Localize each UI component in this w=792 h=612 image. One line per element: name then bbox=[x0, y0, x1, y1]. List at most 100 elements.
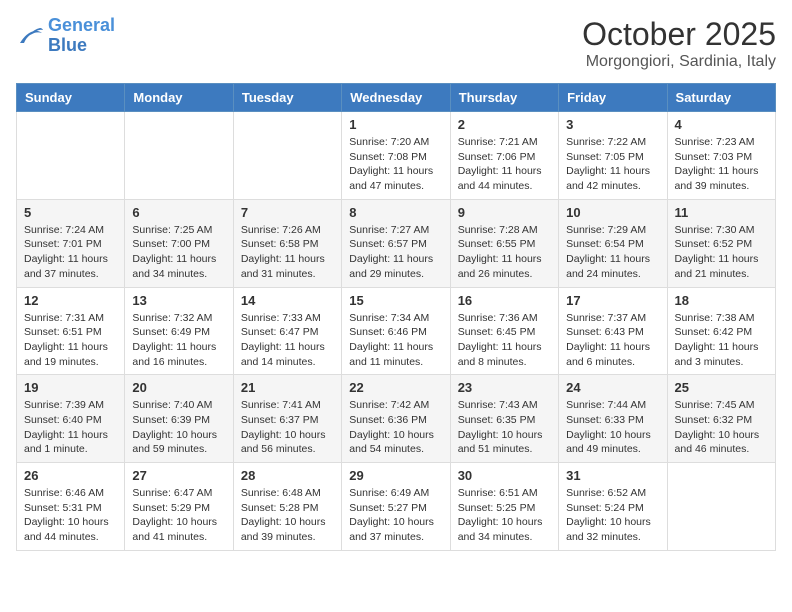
day-info: Sunrise: 7:22 AM Sunset: 7:05 PM Dayligh… bbox=[566, 135, 659, 194]
day-info: Sunrise: 6:46 AM Sunset: 5:31 PM Dayligh… bbox=[24, 486, 117, 545]
day-number: 18 bbox=[675, 293, 768, 308]
day-number: 24 bbox=[566, 380, 659, 395]
day-number: 26 bbox=[24, 468, 117, 483]
calendar-day-cell: 2 Sunrise: 7:21 AM Sunset: 7:06 PM Daylig… bbox=[450, 112, 558, 200]
calendar-day-cell: 28 Sunrise: 6:48 AM Sunset: 5:28 PM Dayli… bbox=[233, 463, 341, 551]
day-number: 30 bbox=[458, 468, 551, 483]
day-number: 13 bbox=[132, 293, 225, 308]
day-number: 23 bbox=[458, 380, 551, 395]
day-number: 27 bbox=[132, 468, 225, 483]
calendar-week-row: 1 Sunrise: 7:20 AM Sunset: 7:08 PM Daylig… bbox=[17, 112, 776, 200]
title-block: October 2025 Morgongiori, Sardinia, Ital… bbox=[582, 16, 776, 71]
calendar-week-row: 5 Sunrise: 7:24 AM Sunset: 7:01 PM Daylig… bbox=[17, 199, 776, 287]
day-number: 31 bbox=[566, 468, 659, 483]
day-info: Sunrise: 7:21 AM Sunset: 7:06 PM Dayligh… bbox=[458, 135, 551, 194]
logo-icon bbox=[16, 25, 44, 47]
day-number: 9 bbox=[458, 205, 551, 220]
calendar-day-cell: 30 Sunrise: 6:51 AM Sunset: 5:25 PM Dayli… bbox=[450, 463, 558, 551]
calendar-day-cell: 10 Sunrise: 7:29 AM Sunset: 6:54 PM Dayli… bbox=[559, 199, 667, 287]
day-info: Sunrise: 6:48 AM Sunset: 5:28 PM Dayligh… bbox=[241, 486, 334, 545]
day-number: 4 bbox=[675, 117, 768, 132]
day-info: Sunrise: 6:52 AM Sunset: 5:24 PM Dayligh… bbox=[566, 486, 659, 545]
calendar-day-cell: 22Sunrise: 7:42 AM Sunset: 6:36 PM Dayli… bbox=[342, 375, 450, 463]
logo: General Blue bbox=[16, 16, 115, 56]
day-info: Sunrise: 7:24 AM Sunset: 7:01 PM Dayligh… bbox=[24, 223, 117, 282]
calendar-day-cell: 23 Sunrise: 7:43 AM Sunset: 6:35 PM Dayli… bbox=[450, 375, 558, 463]
day-info: Sunrise: 7:27 AM Sunset: 6:57 PM Dayligh… bbox=[349, 223, 442, 282]
calendar-day-cell bbox=[125, 112, 233, 200]
day-number: 17 bbox=[566, 293, 659, 308]
day-number: 10 bbox=[566, 205, 659, 220]
day-info: Sunrise: 7:33 AM Sunset: 6:47 PM Dayligh… bbox=[241, 311, 334, 370]
day-number: 16 bbox=[458, 293, 551, 308]
calendar-day-cell: 12 Sunrise: 7:31 AM Sunset: 6:51 PM Dayli… bbox=[17, 287, 125, 375]
month-title: October 2025 bbox=[582, 16, 776, 53]
calendar-day-cell: 25 Sunrise: 7:45 AM Sunset: 6:32 PM Dayli… bbox=[667, 375, 775, 463]
day-info: Sunrise: 7:30 AM Sunset: 6:52 PM Dayligh… bbox=[675, 223, 768, 282]
day-info: Sunrise: 7:38 AM Sunset: 6:42 PM Dayligh… bbox=[675, 311, 768, 370]
day-number: 25 bbox=[675, 380, 768, 395]
calendar-day-cell: 1 Sunrise: 7:20 AM Sunset: 7:08 PM Daylig… bbox=[342, 112, 450, 200]
day-info: Sunrise: 7:20 AM Sunset: 7:08 PM Dayligh… bbox=[349, 135, 442, 194]
calendar-day-cell: 27 Sunrise: 6:47 AM Sunset: 5:29 PM Dayli… bbox=[125, 463, 233, 551]
calendar-day-cell bbox=[233, 112, 341, 200]
calendar-day-cell: 15 Sunrise: 7:34 AM Sunset: 6:46 PM Dayli… bbox=[342, 287, 450, 375]
day-number: 15 bbox=[349, 293, 442, 308]
calendar-day-header: Tuesday bbox=[233, 84, 341, 112]
calendar-day-cell: 20 Sunrise: 7:40 AM Sunset: 6:39 PM Dayli… bbox=[125, 375, 233, 463]
day-info: Sunrise: 7:32 AM Sunset: 6:49 PM Dayligh… bbox=[132, 311, 225, 370]
day-info: Sunrise: 7:45 AM Sunset: 6:32 PM Dayligh… bbox=[675, 398, 768, 457]
day-number: 28 bbox=[241, 468, 334, 483]
day-number: 11 bbox=[675, 205, 768, 220]
day-info: Sunrise: 7:37 AM Sunset: 6:43 PM Dayligh… bbox=[566, 311, 659, 370]
page-header: General Blue October 2025 Morgongiori, S… bbox=[16, 16, 776, 71]
calendar-day-cell: 26 Sunrise: 6:46 AM Sunset: 5:31 PM Dayli… bbox=[17, 463, 125, 551]
logo-text: General Blue bbox=[48, 16, 115, 56]
day-number: 21 bbox=[241, 380, 334, 395]
calendar-day-cell: 13 Sunrise: 7:32 AM Sunset: 6:49 PM Dayli… bbox=[125, 287, 233, 375]
day-number: 7 bbox=[241, 205, 334, 220]
day-info: Sunrise: 6:51 AM Sunset: 5:25 PM Dayligh… bbox=[458, 486, 551, 545]
calendar-day-cell: 4 Sunrise: 7:23 AM Sunset: 7:03 PM Daylig… bbox=[667, 112, 775, 200]
day-number: 5 bbox=[24, 205, 117, 220]
day-info: Sunrise: 6:49 AM Sunset: 5:27 PM Dayligh… bbox=[349, 486, 442, 545]
calendar-day-cell: 31 Sunrise: 6:52 AM Sunset: 5:24 PM Dayli… bbox=[559, 463, 667, 551]
day-number: 2 bbox=[458, 117, 551, 132]
day-info: Sunrise: 6:47 AM Sunset: 5:29 PM Dayligh… bbox=[132, 486, 225, 545]
day-info: Sunrise: 7:34 AM Sunset: 6:46 PM Dayligh… bbox=[349, 311, 442, 370]
day-number: 20 bbox=[132, 380, 225, 395]
calendar-day-cell: 7 Sunrise: 7:26 AM Sunset: 6:58 PM Daylig… bbox=[233, 199, 341, 287]
calendar-day-cell: 11 Sunrise: 7:30 AM Sunset: 6:52 PM Dayli… bbox=[667, 199, 775, 287]
day-info: Sunrise: 7:26 AM Sunset: 6:58 PM Dayligh… bbox=[241, 223, 334, 282]
day-info: Sunrise: 7:39 AM Sunset: 6:40 PM Dayligh… bbox=[24, 398, 117, 457]
calendar-header-row: SundayMondayTuesdayWednesdayThursdayFrid… bbox=[17, 84, 776, 112]
day-number: 8 bbox=[349, 205, 442, 220]
day-number: 12 bbox=[24, 293, 117, 308]
calendar-day-cell: 29Sunrise: 6:49 AM Sunset: 5:27 PM Dayli… bbox=[342, 463, 450, 551]
day-info: Sunrise: 7:40 AM Sunset: 6:39 PM Dayligh… bbox=[132, 398, 225, 457]
calendar-day-cell: 17 Sunrise: 7:37 AM Sunset: 6:43 PM Dayli… bbox=[559, 287, 667, 375]
calendar-table: SundayMondayTuesdayWednesdayThursdayFrid… bbox=[16, 83, 776, 551]
day-number: 19 bbox=[24, 380, 117, 395]
logo-line2: Blue bbox=[48, 35, 87, 55]
calendar-day-cell: 18 Sunrise: 7:38 AM Sunset: 6:42 PM Dayli… bbox=[667, 287, 775, 375]
day-number: 14 bbox=[241, 293, 334, 308]
day-info: Sunrise: 7:31 AM Sunset: 6:51 PM Dayligh… bbox=[24, 311, 117, 370]
day-number: 3 bbox=[566, 117, 659, 132]
calendar-day-header: Wednesday bbox=[342, 84, 450, 112]
calendar-day-header: Thursday bbox=[450, 84, 558, 112]
day-number: 1 bbox=[349, 117, 442, 132]
calendar-day-cell: 24 Sunrise: 7:44 AM Sunset: 6:33 PM Dayli… bbox=[559, 375, 667, 463]
calendar-day-cell bbox=[17, 112, 125, 200]
calendar-day-cell: 9Sunrise: 7:28 AM Sunset: 6:55 PM Daylig… bbox=[450, 199, 558, 287]
calendar-day-cell: 5 Sunrise: 7:24 AM Sunset: 7:01 PM Daylig… bbox=[17, 199, 125, 287]
calendar-week-row: 26 Sunrise: 6:46 AM Sunset: 5:31 PM Dayli… bbox=[17, 463, 776, 551]
calendar-day-cell: 8 Sunrise: 7:27 AM Sunset: 6:57 PM Daylig… bbox=[342, 199, 450, 287]
calendar-day-header: Saturday bbox=[667, 84, 775, 112]
day-info: Sunrise: 7:44 AM Sunset: 6:33 PM Dayligh… bbox=[566, 398, 659, 457]
day-info: Sunrise: 7:43 AM Sunset: 6:35 PM Dayligh… bbox=[458, 398, 551, 457]
day-number: 6 bbox=[132, 205, 225, 220]
day-info: Sunrise: 7:36 AM Sunset: 6:45 PM Dayligh… bbox=[458, 311, 551, 370]
day-info: Sunrise: 7:29 AM Sunset: 6:54 PM Dayligh… bbox=[566, 223, 659, 282]
day-info: Sunrise: 7:23 AM Sunset: 7:03 PM Dayligh… bbox=[675, 135, 768, 194]
